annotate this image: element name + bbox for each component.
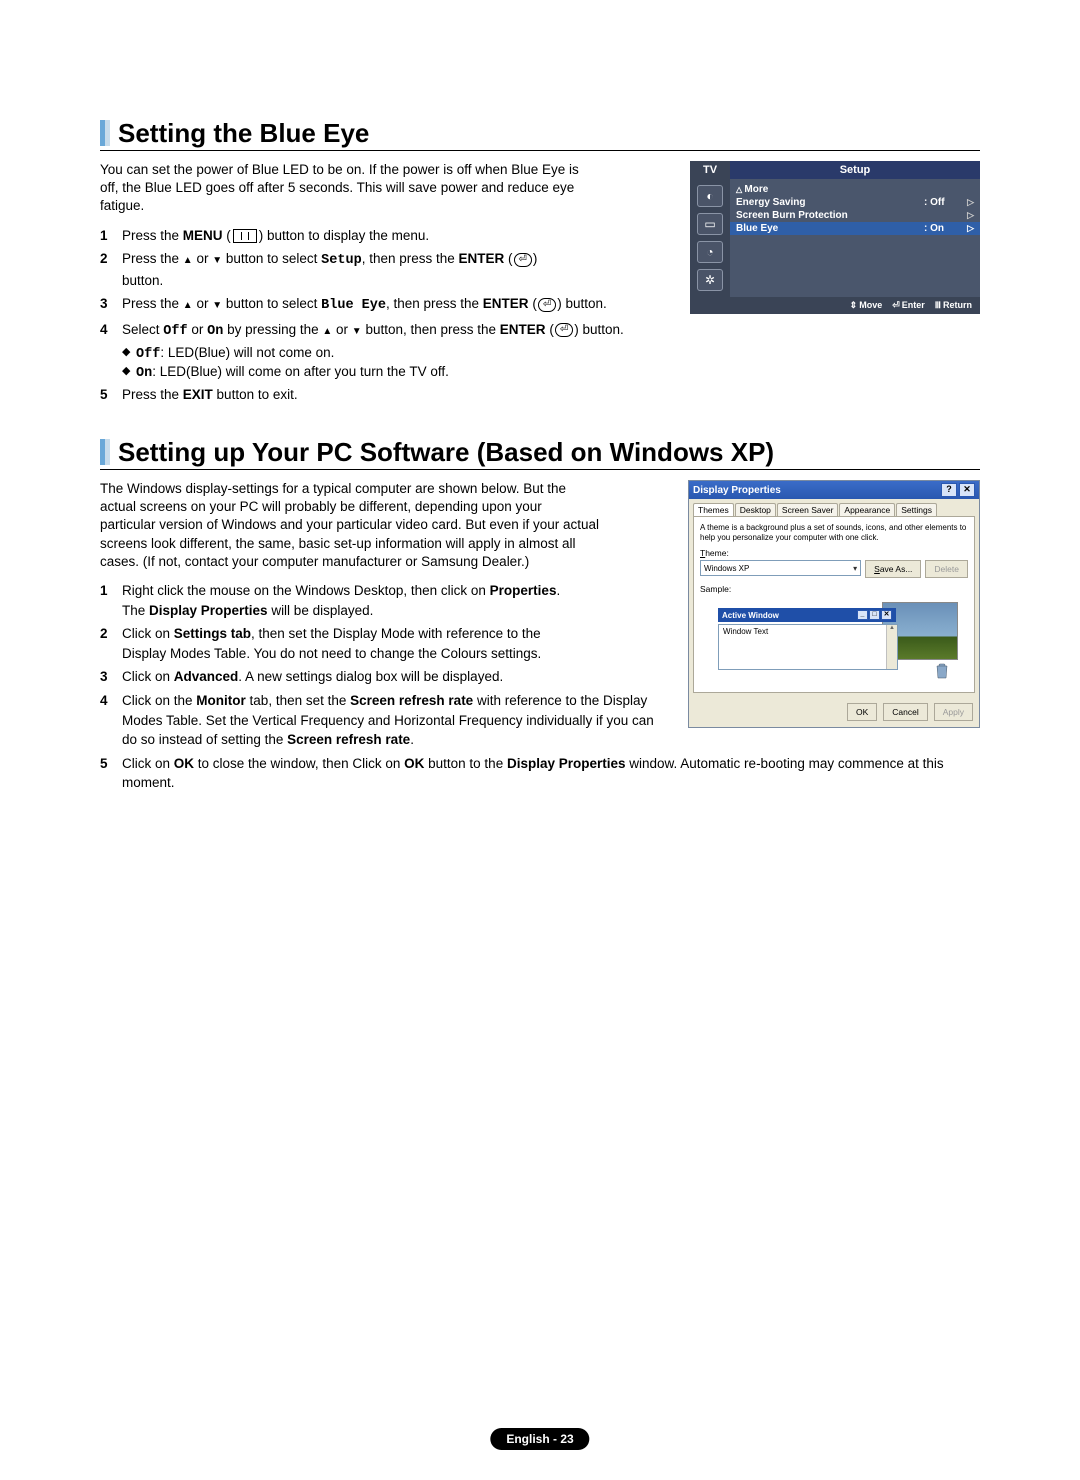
osd-tv-label: TV [690,161,730,179]
dp-tab-settings: Settings [896,503,937,516]
section1-intro: You can set the power of Blue LED to be … [100,161,600,216]
osd-row-energy: Energy Saving: Off▷ [736,196,974,209]
enter-icon: ⏎ [538,298,556,312]
osd-row-screenburn: Screen Burn Protection▷ [736,209,974,222]
minimize-icon: _ [857,610,868,620]
tv-osd-figure: TV Setup ◐ ▭ ◔ ✲ More Energy Saving: Off… [690,161,980,314]
step-2-3: 3 Click on Advanced. A new settings dial… [100,667,668,687]
dp-theme-label: Theme: [700,548,968,558]
section2-intro: The Windows display-settings for a typic… [100,480,600,571]
heading-bar-icon [100,439,110,465]
close-icon: ✕ [959,483,975,497]
page-footer: English - 23 [490,1428,589,1450]
dp-titlebar: Display Properties ? ✕ [689,481,979,499]
heading-text-1: Setting the Blue Eye [118,120,369,146]
section-heading-1: Setting the Blue Eye [100,120,980,146]
step-2-2: 2 Click on Settings tab, then set the Di… [100,624,668,663]
osd-icon-setup: ✲ [697,269,723,291]
osd-icon-sound: ▭ [697,213,723,235]
heading-rule [100,469,980,470]
menu-icon [233,229,257,243]
step-1-4: 4 Select Off or On by pressing the or bu… [100,320,980,342]
osd-footer: ⇕Move ⏎Enter ⅢReturn [690,297,980,314]
close-icon: ✕ [881,610,892,620]
step-1-4-bullets: ◆Off: LED(Blue) will not come on. ◆On: L… [122,345,980,381]
dp-tab-appearance: Appearance [839,503,895,516]
dp-saveas-button: Save As... [865,560,921,578]
dp-theme-desc: A theme is a background plus a set of so… [700,523,968,542]
down-icon [212,296,222,311]
dp-sample-area: Active Window _□✕ Window Text [700,596,968,686]
heading-bar-icon [100,120,110,146]
down-icon [352,322,362,337]
dp-apply-button: Apply [934,703,973,721]
step-1-3: 3 Press the or button to select Blue Eye… [100,294,670,316]
heading-text-2: Setting up Your PC Software (Based on Wi… [118,439,774,465]
down-icon [212,251,222,266]
enter-icon: ⏎ [555,323,573,337]
step-2-5: 5 Click on OK to close the window, then … [100,754,980,793]
osd-side-icons: ◐ ▭ ◔ ✲ [690,179,730,297]
step-2-4: 4 Click on the Monitor tab, then set the… [100,691,668,750]
dp-active-window: Active Window _□✕ [718,608,896,622]
osd-row-blueeye: Blue Eye: On▷ [730,222,980,235]
step-1-1: 1 Press the MENU () button to display th… [100,226,670,246]
dp-tab-screensaver: Screen Saver [777,503,839,516]
osd-icon-picture: ◐ [697,185,723,207]
page-number-badge: English - 23 [490,1428,589,1450]
up-icon [183,296,193,311]
osd-setup-label: Setup [730,161,980,179]
diamond-icon: ◆ [122,345,136,358]
diamond-icon: ◆ [122,364,136,377]
dp-footer: OK Cancel Apply [689,697,979,727]
dp-sample-label: Sample: [700,584,968,594]
osd-row-more: More [736,183,974,196]
recycle-bin-icon [934,662,950,680]
display-properties-figure: Display Properties ? ✕ Themes Desktop Sc… [688,480,980,728]
dp-tabs: Themes Desktop Screen Saver Appearance S… [689,499,979,516]
step-1-5: 5 Press the EXIT button to exit. [100,385,980,405]
maximize-icon: □ [869,610,880,620]
step-2-1: 1 Right click the mouse on the Windows D… [100,581,668,620]
osd-icon-channel: ◔ [697,241,723,263]
heading-rule [100,150,980,151]
dp-delete-button: Delete [925,560,968,578]
dp-tab-desktop: Desktop [735,503,776,516]
dp-theme-select: Windows XP [700,560,861,576]
enter-icon: ⏎ [514,253,532,267]
dp-window-text: Window Text [718,624,898,670]
up-icon [183,251,193,266]
dp-tab-themes: Themes [693,503,734,516]
scrollbar-icon [886,625,897,669]
section-heading-2: Setting up Your PC Software (Based on Wi… [100,439,980,465]
dp-cancel-button: Cancel [883,703,927,721]
dp-ok-button: OK [847,703,877,721]
help-icon: ? [941,483,957,497]
step-1-2: 2 Press the or button to select Setup, t… [100,249,670,290]
up-icon [322,322,332,337]
